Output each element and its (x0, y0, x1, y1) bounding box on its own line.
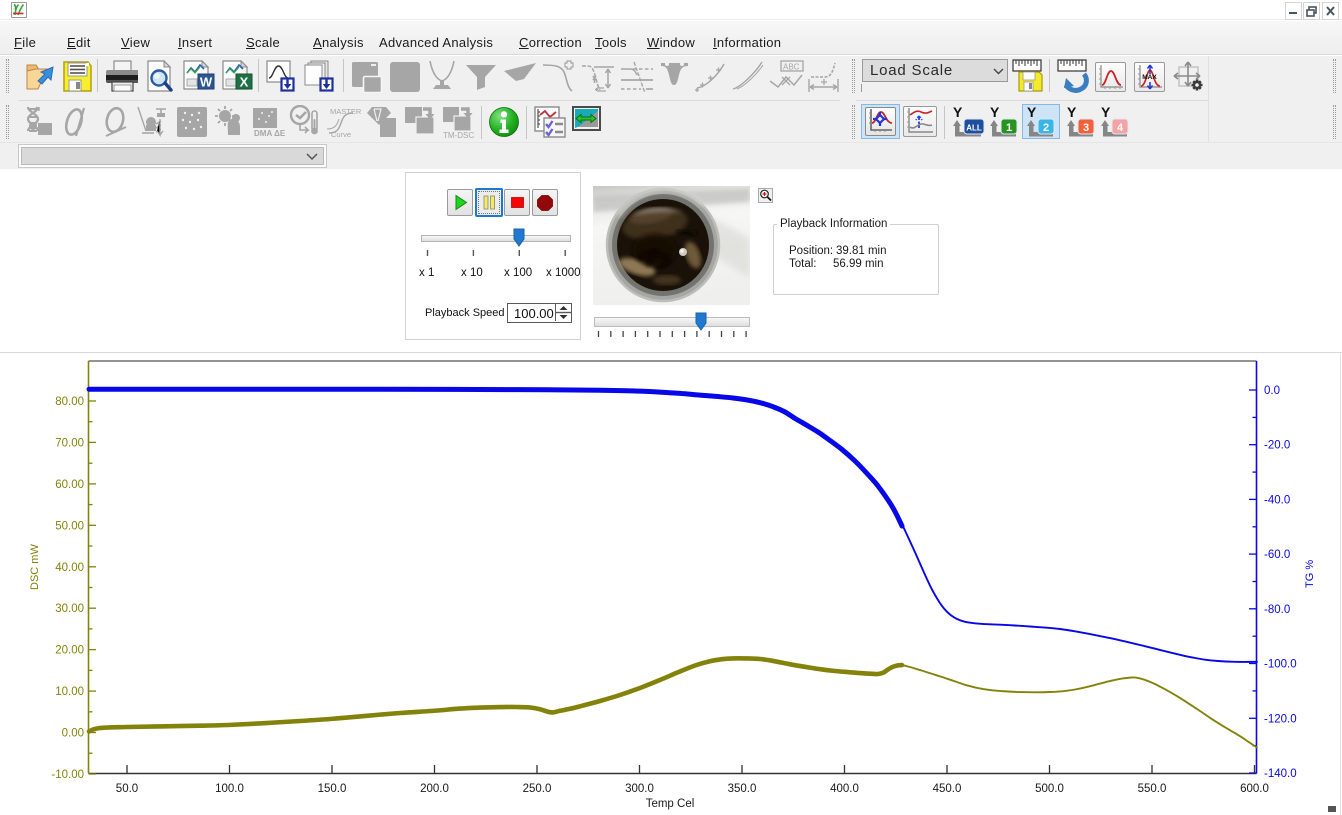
svg-text:150.0: 150.0 (318, 783, 347, 795)
svg-text:-120.0: -120.0 (1264, 713, 1297, 725)
svg-text:ABC_: ABC_ (783, 63, 804, 72)
svg-text:300.0: 300.0 (625, 783, 654, 795)
svg-text:20.00: 20.00 (55, 645, 84, 657)
svg-text:30.00: 30.00 (55, 603, 84, 615)
svg-text:TM-DSC: TM-DSC (443, 131, 474, 139)
svg-text:ALL: ALL (966, 124, 982, 133)
svg-text:0.0: 0.0 (1264, 385, 1280, 397)
svg-text:TG %: TG % (1304, 560, 1316, 588)
svg-text:-80.0: -80.0 (1264, 604, 1290, 616)
svg-text:Curve: Curve (331, 130, 351, 139)
svg-text:Y: Y (1101, 106, 1111, 120)
svg-text:1: 1 (1006, 122, 1012, 134)
svg-text:50.0: 50.0 (116, 783, 138, 795)
svg-text:Y: Y (1067, 106, 1077, 120)
svg-text:250.0: 250.0 (523, 783, 552, 795)
svg-text:70.00: 70.00 (55, 437, 84, 449)
svg-text:W: W (200, 75, 213, 90)
svg-text:-40.0: -40.0 (1264, 494, 1290, 506)
svg-text:Y: Y (1027, 106, 1037, 120)
svg-text:DMA ΔE: DMA ΔE (254, 129, 285, 138)
svg-text:60.00: 60.00 (55, 479, 84, 491)
svg-text:550.0: 550.0 (1138, 783, 1167, 795)
svg-text:100.0: 100.0 (215, 783, 244, 795)
svg-text:80.00: 80.00 (55, 396, 84, 408)
svg-text:400.0: 400.0 (830, 783, 859, 795)
svg-text:Y: Y (990, 106, 1000, 120)
svg-text:350.0: 350.0 (728, 783, 757, 795)
svg-text:Temp Cel: Temp Cel (646, 798, 695, 810)
svg-text:-20.0: -20.0 (1264, 440, 1290, 452)
svg-text:-140.0: -140.0 (1264, 768, 1297, 780)
svg-text:X: X (240, 75, 249, 90)
svg-text:500.0: 500.0 (1035, 783, 1064, 795)
svg-text:-100.0: -100.0 (1264, 659, 1297, 671)
svg-text:450.0: 450.0 (933, 783, 962, 795)
svg-text:2: 2 (1043, 122, 1049, 134)
svg-text:DSC mW: DSC mW (29, 544, 41, 590)
svg-text:10.00: 10.00 (55, 686, 84, 698)
svg-text:40.00: 40.00 (55, 562, 84, 574)
svg-text:600.0: 600.0 (1240, 783, 1269, 795)
svg-text:-10.00: -10.00 (51, 769, 84, 781)
svg-text:0.00: 0.00 (62, 728, 84, 740)
svg-text:Y: Y (953, 106, 963, 120)
svg-text:50.00: 50.00 (55, 520, 84, 532)
svg-text:4: 4 (1117, 122, 1124, 134)
svg-text:MAX: MAX (1142, 74, 1157, 81)
svg-text:-60.0: -60.0 (1264, 549, 1290, 561)
svg-text:3: 3 (1083, 122, 1089, 134)
svg-text:200.0: 200.0 (420, 783, 449, 795)
